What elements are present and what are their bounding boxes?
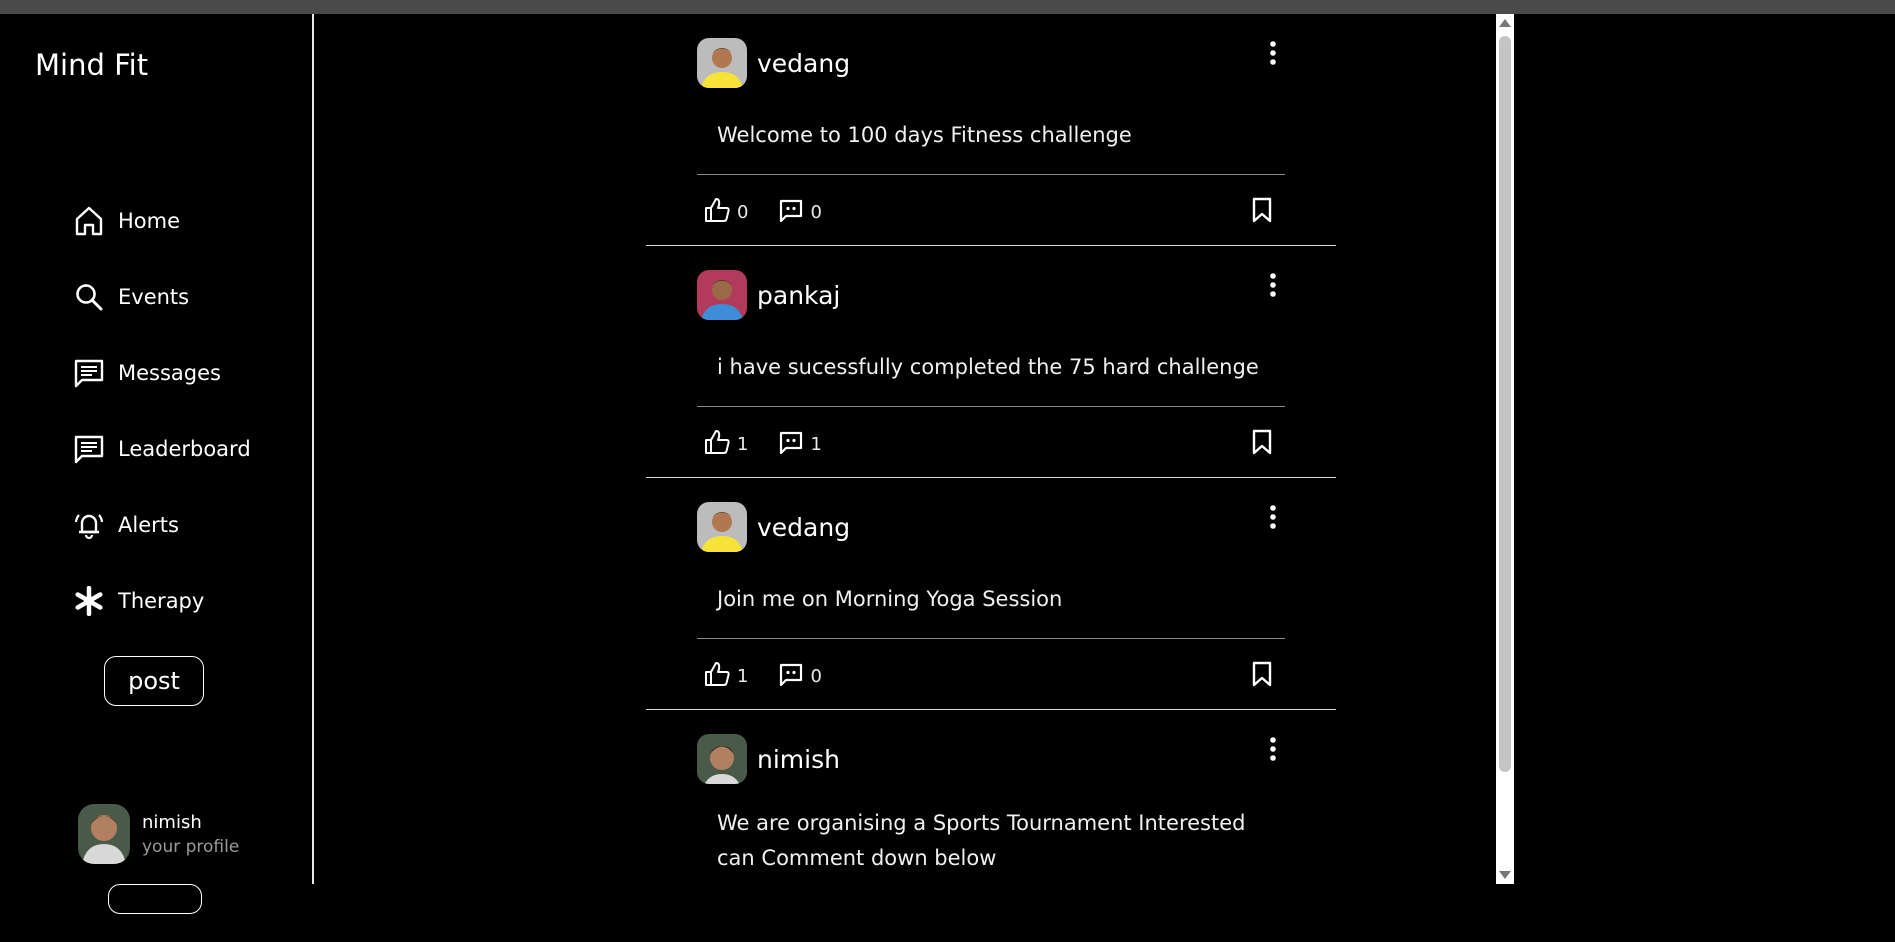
post-author[interactable]: vedang xyxy=(697,38,850,88)
more-options-icon[interactable] xyxy=(1263,270,1283,300)
post-author[interactable]: nimish xyxy=(697,734,840,784)
comment-icon xyxy=(778,197,804,227)
bookmark-icon[interactable] xyxy=(1247,194,1277,226)
comment-count: 1 xyxy=(810,433,822,455)
post-text: We are organising a Sports Tournament In… xyxy=(717,811,1246,870)
thumbs-up-icon xyxy=(703,660,731,692)
like-count: 1 xyxy=(737,433,749,455)
comment-icon xyxy=(778,661,804,691)
sidebar-item-label: Events xyxy=(118,285,190,309)
profile-name: nimish xyxy=(142,811,202,833)
comment-count: 0 xyxy=(810,665,822,687)
profile-card[interactable]: nimish your profile xyxy=(78,804,239,864)
home-icon xyxy=(72,204,106,238)
sidebar-item-label: Therapy xyxy=(118,589,205,613)
sidebar-item-home[interactable]: Home xyxy=(72,183,251,259)
sidebar-item-label: Leaderboard xyxy=(118,437,251,461)
sidebar: Mind Fit Home Events Messages Leaderboar… xyxy=(0,14,314,914)
scrollbar[interactable] xyxy=(1496,14,1514,884)
thumbs-up-icon xyxy=(703,428,731,460)
like-button[interactable]: 0 xyxy=(703,196,748,228)
browser-top-bar xyxy=(0,0,1895,14)
message-icon xyxy=(72,356,106,390)
profile-subtitle: your profile xyxy=(142,836,240,857)
comment-button[interactable]: 0 xyxy=(778,661,822,691)
avatar xyxy=(697,270,747,320)
more-options-icon[interactable] xyxy=(1263,38,1283,68)
post-actions: 1 1 xyxy=(703,428,852,460)
post-card: pankaj i have sucessfully completed the … xyxy=(646,246,1336,478)
post-card: vedang Join me on Morning Yoga Session 1… xyxy=(646,478,1336,710)
like-button[interactable]: 1 xyxy=(703,660,748,692)
post-divider xyxy=(697,406,1285,407)
post-card: nimish We are organising a Sports Tourna… xyxy=(646,710,1336,942)
comment-icon xyxy=(778,429,804,459)
partial-button[interactable] xyxy=(108,884,202,914)
like-count: 1 xyxy=(737,665,749,687)
sidebar-item-leaderboard[interactable]: Leaderboard xyxy=(72,411,251,487)
more-options-icon[interactable] xyxy=(1263,734,1283,764)
message-icon xyxy=(72,432,106,466)
post-divider xyxy=(697,174,1285,175)
app-brand: Mind Fit xyxy=(35,48,149,82)
post-button[interactable]: post xyxy=(104,656,204,706)
sidebar-item-label: Alerts xyxy=(118,513,179,537)
thumbs-up-icon xyxy=(703,196,731,228)
avatar xyxy=(697,38,747,88)
post-card: vedang Welcome to 100 days Fitness chall… xyxy=(646,14,1336,246)
feed: vedang Welcome to 100 days Fitness chall… xyxy=(646,14,1336,942)
like-count: 0 xyxy=(737,201,749,223)
comment-button[interactable]: 1 xyxy=(778,429,822,459)
post-author[interactable]: pankaj xyxy=(697,270,840,320)
post-username: vedang xyxy=(757,512,851,542)
post-text: i have sucessfully completed the 75 hard… xyxy=(717,355,1259,379)
asterisk-icon xyxy=(72,584,106,618)
post-username: nimish xyxy=(757,744,840,774)
search-icon xyxy=(72,280,106,314)
bell-icon xyxy=(72,508,106,542)
sidebar-nav: Home Events Messages Leaderboard Alerts xyxy=(72,183,251,639)
post-actions: 0 0 xyxy=(703,196,852,228)
post-text: Join me on Morning Yoga Session xyxy=(717,587,1063,611)
scroll-up-icon[interactable] xyxy=(1499,19,1511,27)
post-username: pankaj xyxy=(757,280,841,310)
sidebar-item-alerts[interactable]: Alerts xyxy=(72,487,251,563)
post-divider xyxy=(697,638,1285,639)
sidebar-item-label: Messages xyxy=(118,361,221,385)
sidebar-item-messages[interactable]: Messages xyxy=(72,335,251,411)
avatar xyxy=(697,734,747,784)
comment-button[interactable]: 0 xyxy=(778,197,822,227)
avatar xyxy=(697,502,747,552)
post-username: vedang xyxy=(757,48,851,78)
sidebar-item-label: Home xyxy=(118,209,181,233)
bookmark-icon[interactable] xyxy=(1247,658,1277,690)
post-text: Welcome to 100 days Fitness challenge xyxy=(717,123,1132,147)
avatar xyxy=(78,804,130,864)
scroll-down-icon[interactable] xyxy=(1499,871,1511,879)
sidebar-item-events[interactable]: Events xyxy=(72,259,251,335)
sidebar-item-therapy[interactable]: Therapy xyxy=(72,563,251,639)
scrollbar-thumb[interactable] xyxy=(1499,36,1511,772)
bookmark-icon[interactable] xyxy=(1247,426,1277,458)
post-actions: 1 0 xyxy=(703,660,852,692)
like-button[interactable]: 1 xyxy=(703,428,748,460)
more-options-icon[interactable] xyxy=(1263,502,1283,532)
post-author[interactable]: vedang xyxy=(697,502,850,552)
comment-count: 0 xyxy=(810,201,822,223)
